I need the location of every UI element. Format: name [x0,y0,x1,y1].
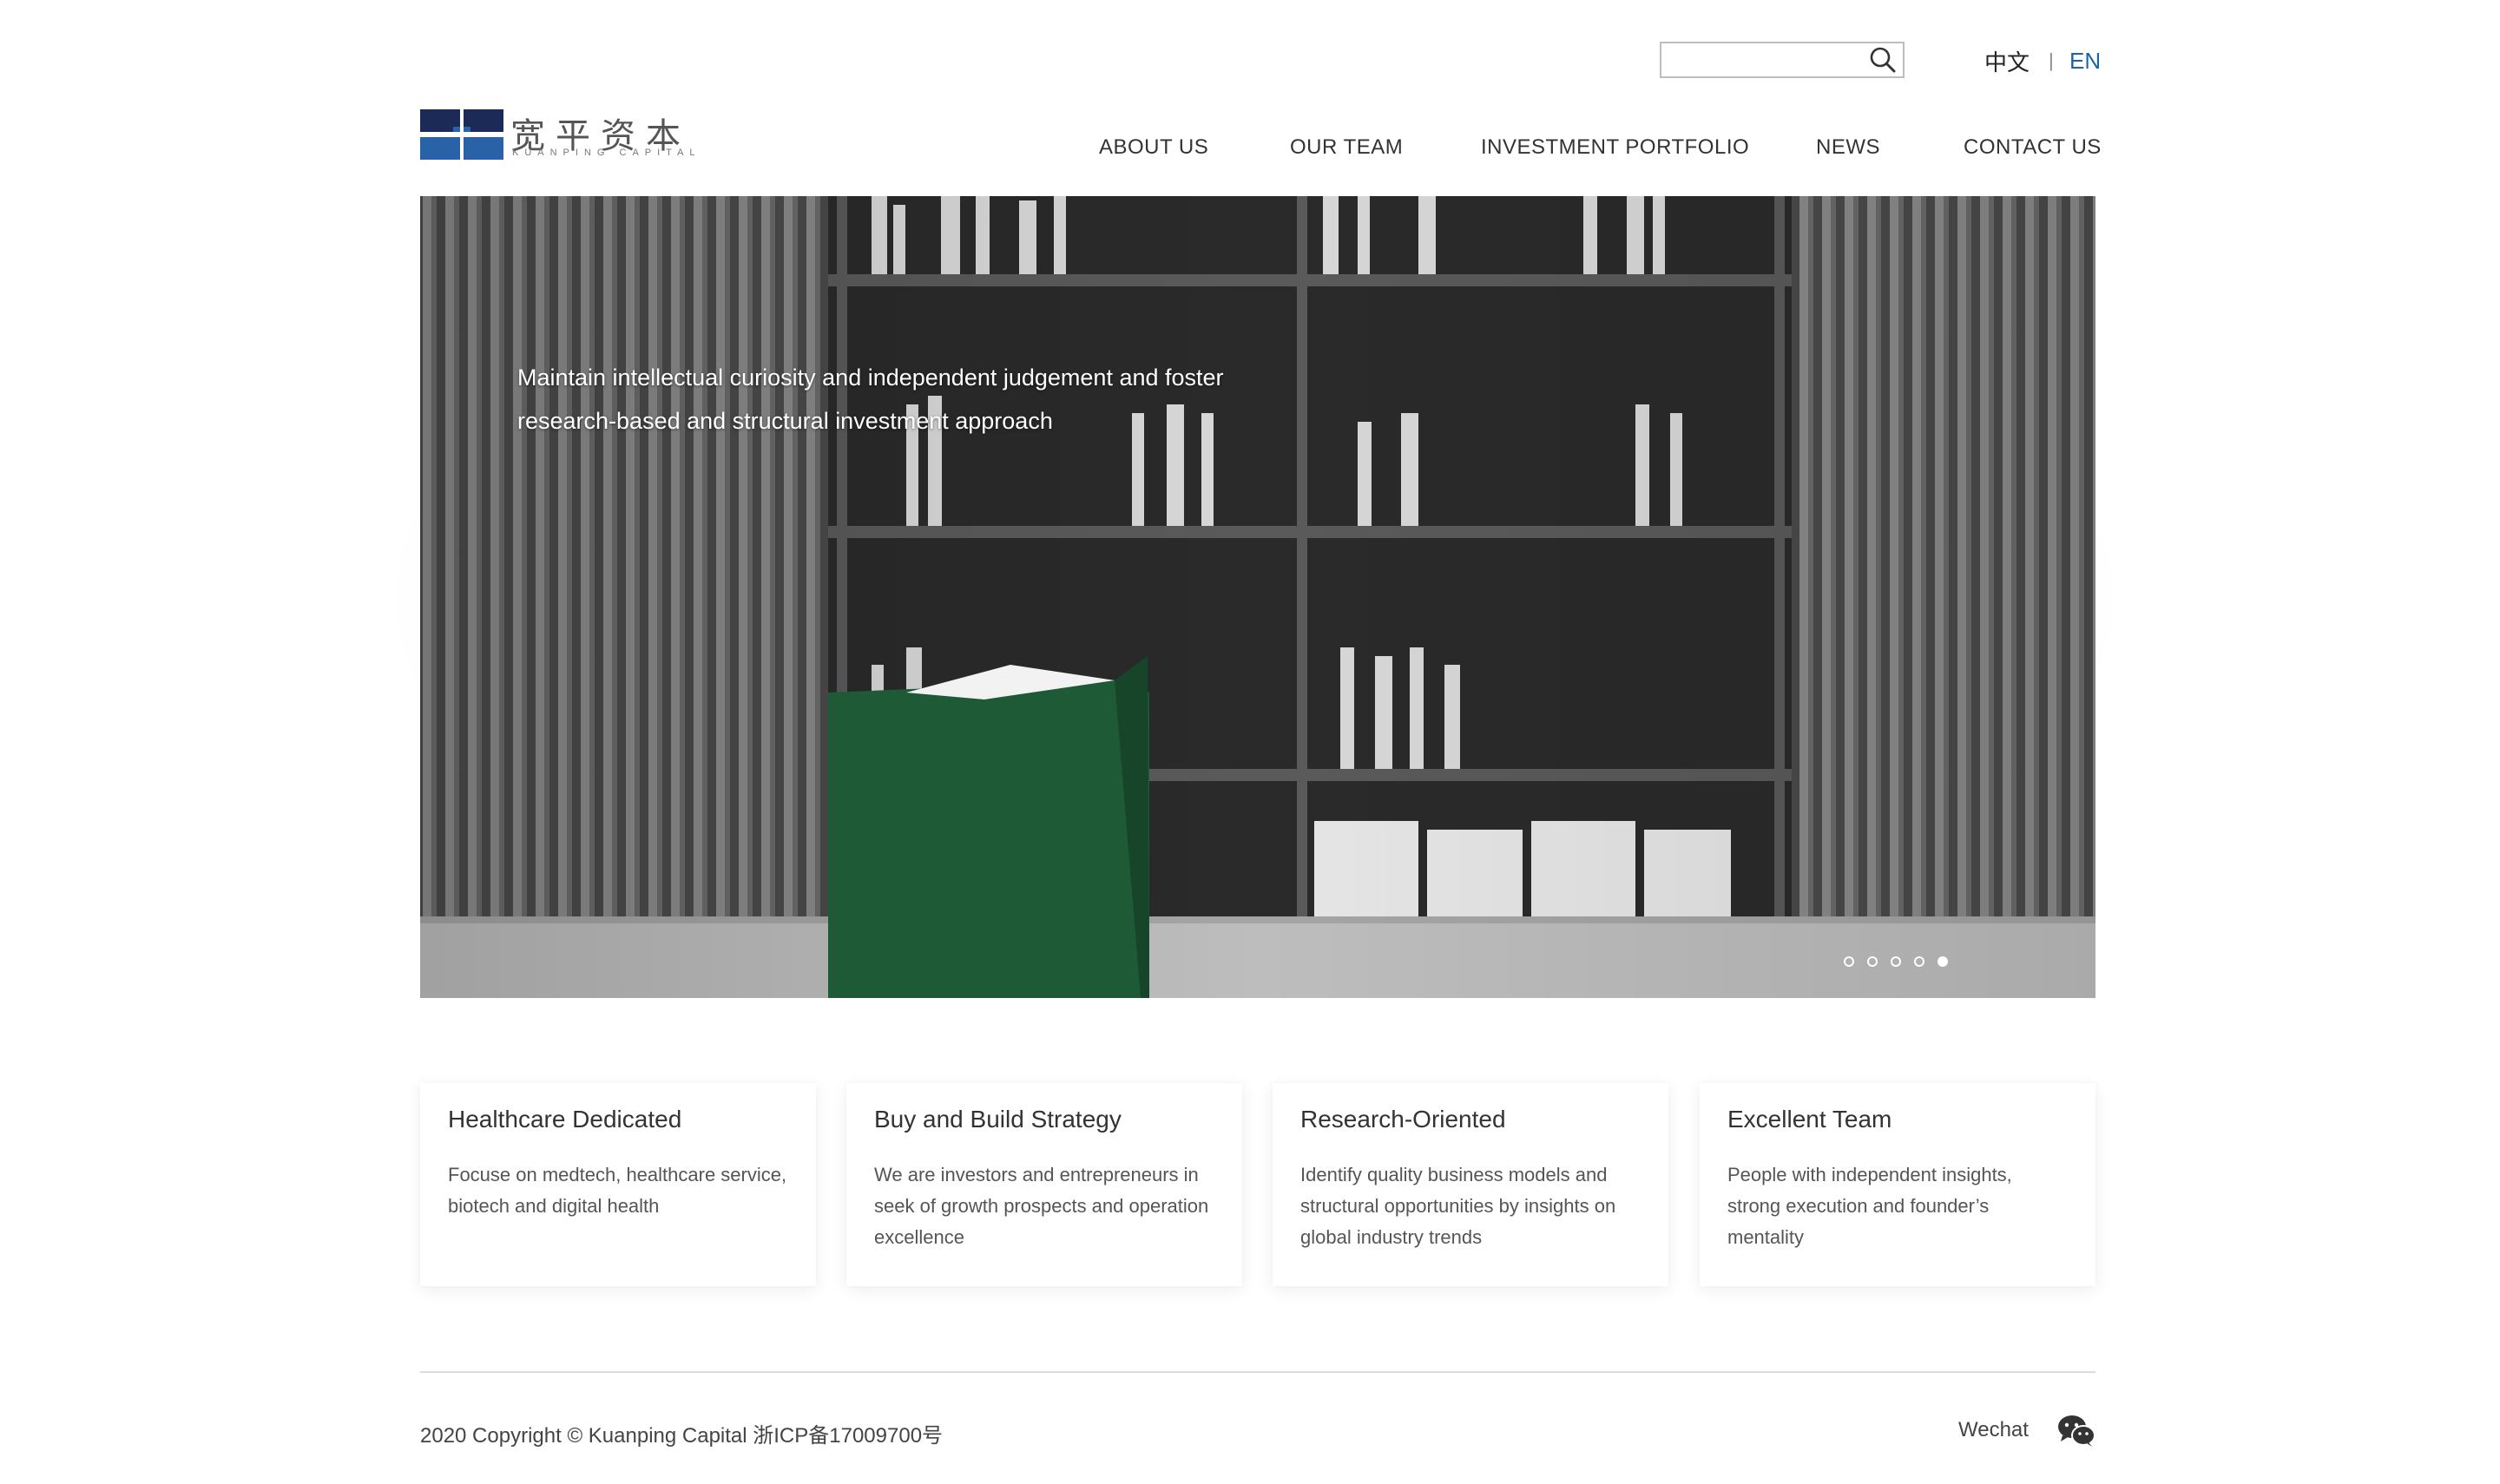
feature-card-buy-build: Buy and Build Strategy We are investors … [846,1083,1242,1286]
slider-dot-3[interactable] [1891,956,1901,967]
logo[interactable]: 宽平资本 KUANPING CAPITAL [420,109,695,161]
search-input[interactable] [1661,43,1861,76]
slider-dots [1844,956,1948,967]
hero-banner: Maintain intellectual curiosity and inde… [420,196,2095,998]
feature-card-title: Healthcare Dedicated [448,1106,682,1133]
wechat-icon[interactable] [2057,1415,2095,1448]
lang-en-link[interactable]: EN [2069,45,2101,76]
footer-copyright: 2020 Copyright © Kuanping Capital 浙ICP备1… [420,1424,944,1448]
slider-dot-5[interactable] [1938,956,1948,967]
feature-card-description: We are investors and entrepreneurs in se… [874,1164,1209,1248]
logo-subtext: KUANPING CAPITAL [512,148,701,158]
feature-card-description: People with independent insights, strong… [1727,1164,2012,1248]
feature-card-title: Excellent Team [1727,1106,1892,1133]
hero-caption: Maintain intellectual curiosity and inde… [517,356,1299,443]
feature-card-description: Identify quality business models and str… [1300,1164,1616,1248]
feature-card-research: Research-Oriented Identify quality busin… [1273,1083,1668,1286]
nav-contact-us[interactable]: CONTACT US [1964,132,2102,163]
nav-about-us[interactable]: ABOUT US [1099,132,1208,163]
feature-card-healthcare: Healthcare Dedicated Focuse on medtech, … [420,1083,816,1286]
footer-divider [420,1371,2095,1373]
nav-news[interactable]: NEWS [1816,132,1880,163]
lang-zh-link[interactable]: 中文 [1984,45,2030,76]
feature-card-team: Excellent Team People with independent i… [1700,1083,2095,1286]
search-box [1660,42,1905,78]
search-button[interactable] [1866,45,1899,75]
slider-dot-4[interactable] [1914,956,1924,967]
nav-investment-portfolio[interactable]: INVESTMENT PORTFOLIO [1481,132,1749,163]
slider-dot-1[interactable] [1844,956,1854,967]
feature-card-title: Buy and Build Strategy [874,1106,1122,1133]
slider-dot-2[interactable] [1867,956,1878,967]
logo-mark-icon [420,109,503,160]
nav-our-team[interactable]: OUR TEAM [1290,132,1403,163]
feature-card-title: Research-Oriented [1300,1106,1506,1133]
hero-bookshelf-image [420,196,2095,998]
lang-separator: | [2049,49,2054,71]
wechat-label: Wechat [1958,1418,2029,1441]
search-icon [1870,47,1896,73]
hero-caption-line-1: Maintain intellectual curiosity and inde… [517,364,1224,391]
feature-card-description: Focuse on medtech, healthcare service, b… [448,1164,787,1217]
hero-caption-line-2: research-based and structural investment… [517,408,1053,434]
